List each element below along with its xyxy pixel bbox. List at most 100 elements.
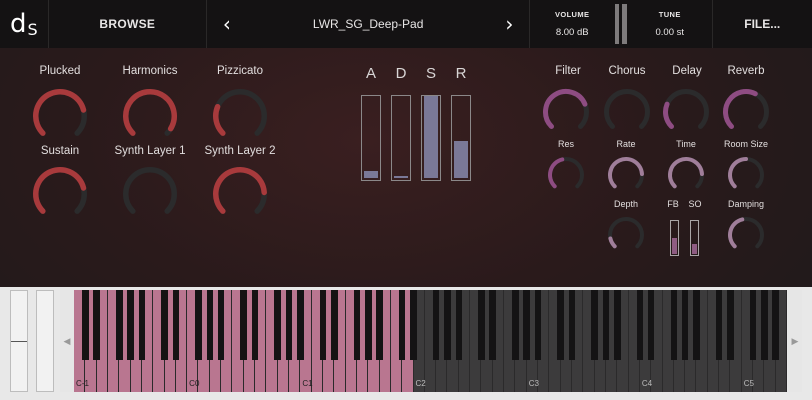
fb-fader[interactable] (670, 220, 679, 256)
black-key[interactable] (376, 290, 383, 360)
black-key[interactable] (297, 290, 304, 360)
room-size-knob[interactable] (727, 156, 765, 194)
keyboard-scroll-right-icon[interactable]: ▶ (788, 290, 802, 392)
reverb-knob[interactable] (722, 88, 770, 136)
delay-knob[interactable] (662, 88, 710, 136)
pitch-wheel[interactable] (10, 290, 28, 392)
octave-label: C-1 (76, 379, 89, 388)
black-key[interactable] (274, 290, 281, 360)
damping-knob[interactable] (727, 216, 765, 254)
tune-control[interactable]: TUNE 0.00 st (628, 0, 712, 48)
black-key[interactable] (115, 290, 123, 360)
black-key[interactable] (172, 290, 180, 360)
black-key[interactable] (251, 290, 259, 360)
black-key[interactable] (727, 290, 734, 360)
depth-label: Depth (613, 199, 639, 209)
black-key[interactable] (319, 290, 327, 360)
knob-track (123, 167, 177, 214)
time-knob[interactable] (667, 156, 705, 194)
plucked-label: Plucked (39, 65, 81, 77)
black-key[interactable] (93, 290, 100, 360)
black-key[interactable] (331, 290, 338, 360)
black-key[interactable] (670, 290, 678, 360)
black-key[interactable] (772, 290, 779, 360)
rate-knob[interactable] (607, 156, 645, 194)
next-preset-icon[interactable]: › (505, 12, 513, 36)
black-key[interactable] (613, 290, 621, 360)
fb-label: FB (667, 199, 679, 209)
black-key[interactable] (478, 290, 485, 360)
knob-arc (728, 157, 764, 189)
sustain-knob[interactable] (32, 166, 88, 222)
knob-arc (33, 167, 87, 214)
black-key[interactable] (647, 290, 655, 360)
preset-name[interactable]: LWR_SG_Deep-Pad (313, 17, 424, 31)
black-key[interactable] (285, 290, 293, 360)
black-key[interactable] (240, 290, 248, 360)
black-key[interactable] (591, 290, 598, 360)
black-key[interactable] (557, 290, 564, 360)
black-key[interactable] (523, 290, 530, 360)
knob-track (663, 89, 709, 129)
harmonics-knob[interactable] (122, 88, 178, 144)
black-key[interactable] (715, 290, 723, 360)
volume-control[interactable]: VOLUME 8.00 dB (530, 0, 614, 48)
sustain-label: Sustain (40, 145, 80, 157)
black-key[interactable] (217, 290, 225, 360)
knob-value-arc (668, 157, 704, 189)
attack-fader[interactable] (361, 95, 381, 181)
black-key[interactable] (410, 290, 417, 360)
black-key[interactable] (761, 290, 768, 360)
black-key[interactable] (489, 290, 497, 360)
black-key[interactable] (127, 290, 134, 360)
mod-wheel[interactable] (36, 290, 54, 392)
so-fader[interactable] (690, 220, 699, 256)
knob-value-arc (608, 157, 644, 189)
knob-arc (608, 217, 644, 249)
knob-arc (33, 89, 87, 136)
black-key[interactable] (82, 290, 89, 360)
res-knob[interactable] (547, 156, 585, 194)
black-key[interactable] (206, 290, 214, 360)
browse-button[interactable]: BROWSE (49, 0, 206, 48)
chorus-knob[interactable] (603, 88, 651, 136)
black-key[interactable] (534, 290, 542, 360)
black-key[interactable] (693, 290, 700, 360)
filter-knob[interactable] (542, 88, 590, 136)
black-key[interactable] (512, 290, 519, 360)
pizzicato-knob[interactable] (212, 88, 268, 144)
sustain-fader[interactable] (421, 95, 441, 181)
knob-value-arc (213, 167, 267, 214)
damping-label: Damping (727, 199, 765, 209)
release-fader[interactable] (451, 95, 471, 181)
plucked-knob[interactable] (32, 88, 88, 144)
black-key[interactable] (432, 290, 440, 360)
decay-fader[interactable] (391, 95, 411, 181)
tune-value[interactable]: 0.00 st (655, 27, 684, 38)
black-key[interactable] (749, 290, 757, 360)
black-key[interactable] (681, 290, 689, 360)
keyboard-scroll-left-icon[interactable]: ◀ (60, 290, 74, 392)
black-key[interactable] (398, 290, 406, 360)
black-key[interactable] (364, 290, 372, 360)
black-key[interactable] (568, 290, 576, 360)
black-key[interactable] (636, 290, 644, 360)
file-menu-button[interactable]: FILE... (713, 0, 812, 48)
piano-keyboard[interactable]: C-1 C0 C1 C2 C3 C4 C5 (74, 290, 787, 392)
black-key[interactable] (602, 290, 610, 360)
black-key[interactable] (353, 290, 361, 360)
black-key[interactable] (161, 290, 168, 360)
synth-layer-2-knob[interactable] (212, 166, 268, 222)
prev-preset-icon[interactable]: ‹ (223, 12, 231, 36)
depth-knob[interactable] (607, 216, 645, 254)
octave-label: C5 (743, 379, 754, 388)
volume-value[interactable]: 8.00 dB (556, 27, 589, 38)
black-key[interactable] (455, 290, 463, 360)
black-key[interactable] (138, 290, 146, 360)
synth-layer-1-knob[interactable] (122, 166, 178, 222)
black-key[interactable] (195, 290, 202, 360)
reverb-label: Reverb (727, 65, 765, 77)
fader-fill (454, 141, 468, 178)
black-key[interactable] (444, 290, 451, 360)
top-bar: dS BROWSE ‹ LWR_SG_Deep-Pad › VOLUME 8.0… (0, 0, 812, 48)
